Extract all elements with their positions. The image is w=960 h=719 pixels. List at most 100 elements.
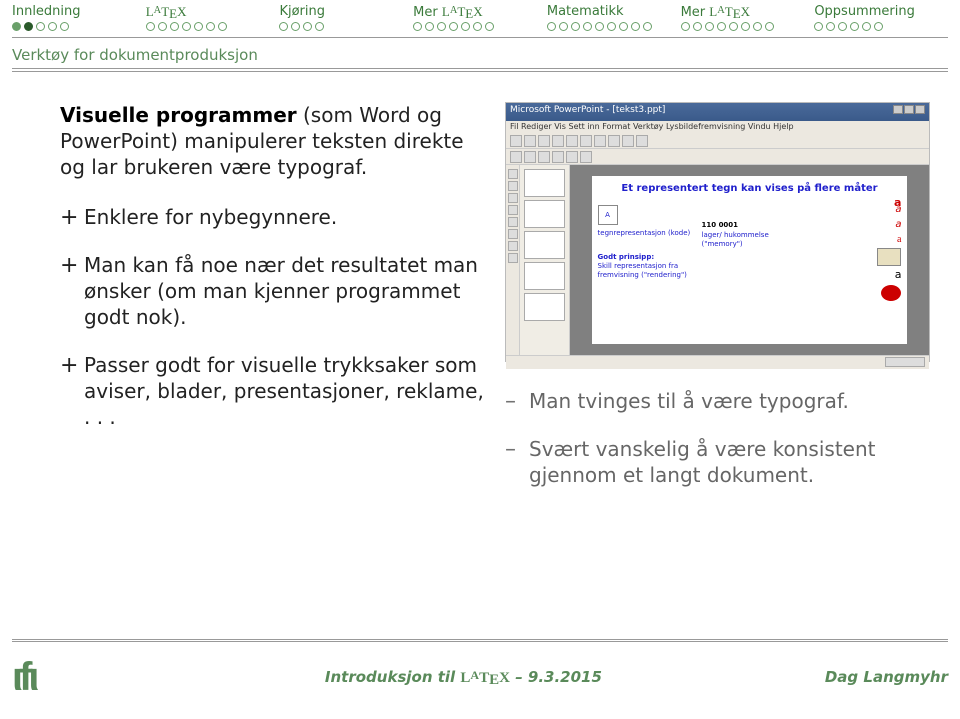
- progress-dot[interactable]: [850, 22, 859, 31]
- fig-a-variant: a: [805, 203, 901, 216]
- progress-dot[interactable]: [643, 22, 652, 31]
- progress-dot[interactable]: [158, 22, 167, 31]
- content-area: Visuelle programmer (som Word og PowerPo…: [0, 82, 960, 510]
- progress-dot[interactable]: [814, 22, 823, 31]
- fig-slide-panel: [520, 165, 570, 355]
- divider: [12, 37, 948, 38]
- slide-thumbnail: [524, 169, 565, 197]
- progress-dot[interactable]: [753, 22, 762, 31]
- progress-dot[interactable]: [583, 22, 592, 31]
- fig-slide-body: A tegnrepresentasjon (kode) Godt prinsip…: [598, 201, 902, 300]
- divider: [12, 68, 948, 69]
- fig-main: Et representert tegn kan vises på flere …: [506, 165, 929, 355]
- progress-mer-latex-2: [681, 22, 815, 31]
- nav-item-kjoring[interactable]: Kjøring: [279, 4, 413, 20]
- fig-slide-title: Et representert tegn kan vises på flere …: [598, 182, 902, 195]
- progress-latex: [146, 22, 280, 31]
- monitor-icon: [877, 248, 901, 266]
- progress-dot[interactable]: [48, 22, 57, 31]
- progress-dot[interactable]: [413, 22, 422, 31]
- progress-dot[interactable]: [473, 22, 482, 31]
- fig-format-toolbar: [506, 149, 929, 165]
- progress-dot[interactable]: [60, 22, 69, 31]
- powerpoint-screenshot: Microsoft PowerPoint - [tekst3.ppt] Fil …: [505, 102, 930, 362]
- toolbar-icon: [636, 135, 648, 147]
- progress-dot[interactable]: [315, 22, 324, 31]
- list-item: Passer godt for visuelle trykksaker som …: [60, 352, 485, 430]
- divider: [12, 641, 948, 642]
- progress-dot[interactable]: [765, 22, 774, 31]
- nav-item-matematikk[interactable]: Matematikk: [547, 4, 681, 20]
- progress-dot[interactable]: [631, 22, 640, 31]
- tool-icon: [508, 181, 518, 191]
- slide-thumbnail: [524, 200, 565, 228]
- progress-dot[interactable]: [218, 22, 227, 31]
- tool-icon: [508, 253, 518, 263]
- progress-dot[interactable]: [36, 22, 45, 31]
- progress-dot[interactable]: [826, 22, 835, 31]
- progress-dot[interactable]: [547, 22, 556, 31]
- progress-dot[interactable]: [279, 22, 288, 31]
- list-item: Man kan få noe nær det resultatet man øn…: [60, 252, 485, 330]
- list-item: Enklere for nybegynnere.: [60, 204, 485, 230]
- progress-dot[interactable]: [693, 22, 702, 31]
- progress-dot[interactable]: [206, 22, 215, 31]
- progress-dot[interactable]: [571, 22, 580, 31]
- nav-item-oppsummering[interactable]: Oppsummering: [814, 4, 948, 20]
- progress-dot[interactable]: [619, 22, 628, 31]
- progress-dot[interactable]: [607, 22, 616, 31]
- progress-dot[interactable]: [717, 22, 726, 31]
- fig-left-toolbar: [506, 165, 520, 355]
- progress-dot[interactable]: [595, 22, 604, 31]
- toolbar-icon: [580, 135, 592, 147]
- progress-dot[interactable]: [182, 22, 191, 31]
- progress-row: [0, 22, 960, 37]
- logo-text: ιfι: [12, 655, 36, 700]
- progress-matematikk: [547, 22, 681, 31]
- status-widget: [885, 357, 925, 367]
- progress-dot[interactable]: [170, 22, 179, 31]
- progress-dot[interactable]: [559, 22, 568, 31]
- tool-icon: [508, 217, 518, 227]
- progress-dot-current[interactable]: [24, 22, 33, 31]
- toolbar-icon: [622, 135, 634, 147]
- progress-dot[interactable]: [741, 22, 750, 31]
- tool-icon: [508, 169, 518, 179]
- progress-dot[interactable]: [437, 22, 446, 31]
- fig-text: tegnrepresentasjon (kode): [598, 229, 694, 238]
- toolbar-icon: [538, 135, 550, 147]
- progress-dot[interactable]: [449, 22, 458, 31]
- progress-dot[interactable]: [705, 22, 714, 31]
- progress-dot[interactable]: [874, 22, 883, 31]
- nav-item-innledning[interactable]: Innledning: [12, 4, 146, 20]
- progress-dot[interactable]: [291, 22, 300, 31]
- progress-dot[interactable]: [485, 22, 494, 31]
- fig-window-buttons: [892, 105, 925, 119]
- progress-dot[interactable]: [303, 22, 312, 31]
- list-item: Svært vanskelig å være konsistent gjenno…: [505, 436, 930, 488]
- nav-item-latex[interactable]: LATEX: [146, 4, 280, 20]
- toolbar-icon: [594, 135, 606, 147]
- progress-dot[interactable]: [461, 22, 470, 31]
- fig-a-variant: a: [805, 218, 901, 231]
- progress-dot[interactable]: [729, 22, 738, 31]
- intro-bold: Visuelle programmer: [60, 103, 297, 127]
- progress-dot[interactable]: [838, 22, 847, 31]
- slide-thumbnail: [524, 262, 565, 290]
- slide-thumbnail: [524, 293, 565, 321]
- progress-dot[interactable]: [194, 22, 203, 31]
- progress-dot[interactable]: [681, 22, 690, 31]
- fig-text: lager/ hukommelse ("memory"): [702, 231, 798, 249]
- progress-dot[interactable]: [146, 22, 155, 31]
- tool-icon: [508, 229, 518, 239]
- fig-text: Skill representasjon fra fremvisning ("r…: [598, 262, 694, 280]
- toolbar-icon: [552, 151, 564, 163]
- divider: [12, 639, 948, 640]
- progress-dot[interactable]: [862, 22, 871, 31]
- nav-item-mer-latex-1[interactable]: Mer LATEX: [413, 4, 547, 20]
- progress-dot[interactable]: [12, 22, 21, 31]
- progress-innledning: [12, 22, 146, 31]
- nav-item-mer-latex-2[interactable]: Mer LATEX: [681, 4, 815, 20]
- progress-dot[interactable]: [425, 22, 434, 31]
- toolbar-icon: [538, 151, 550, 163]
